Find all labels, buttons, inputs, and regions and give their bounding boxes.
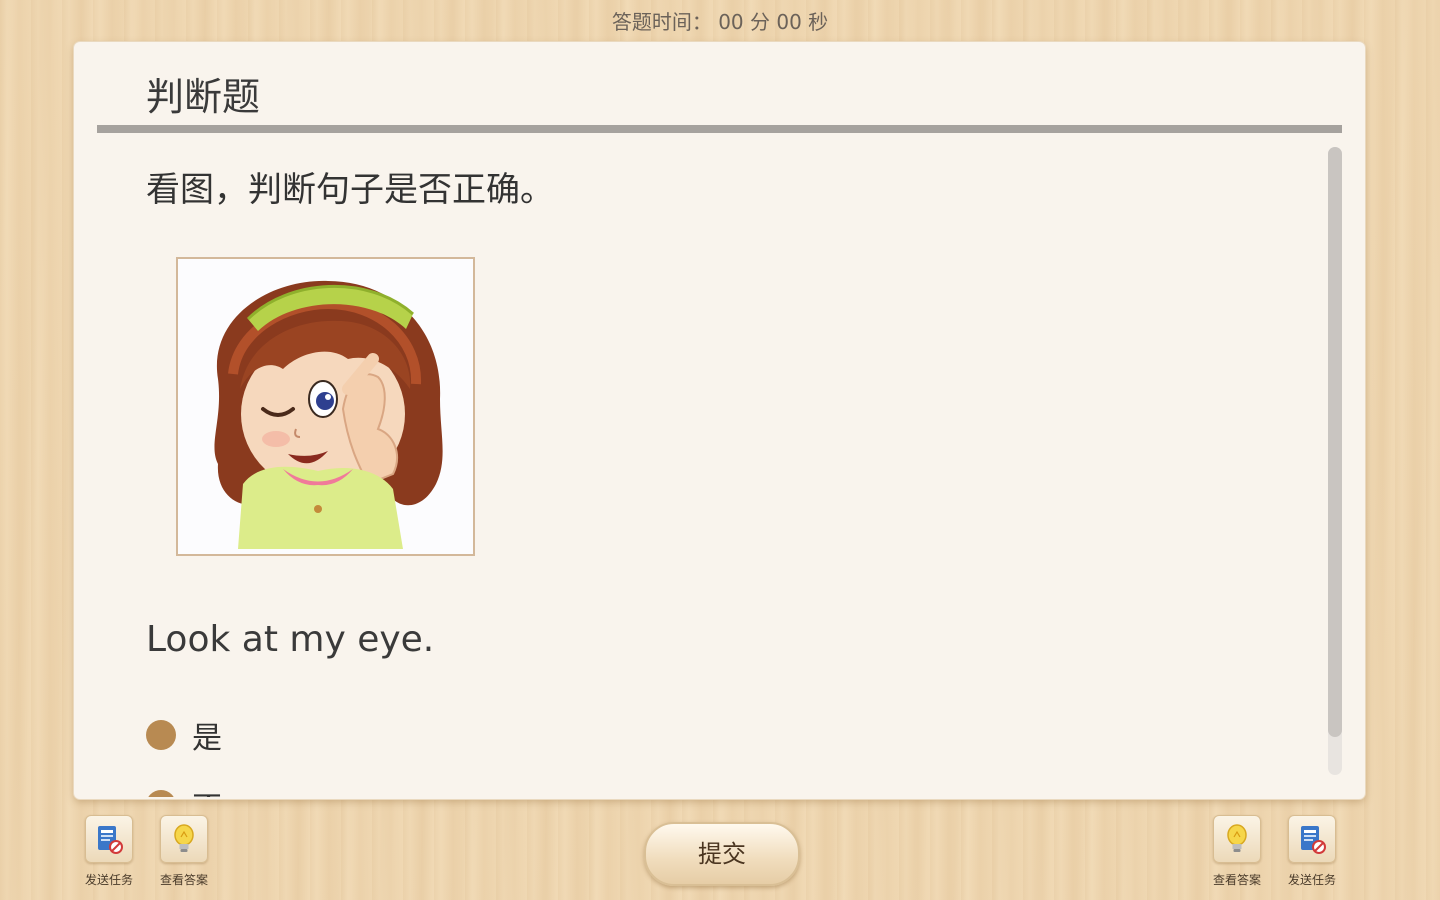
answer-timer: 答题时间： 00 分 00 秒	[0, 6, 1440, 35]
option-yes-label: 是	[192, 721, 222, 756]
view-answer-label-left: 查看答案	[159, 873, 208, 887]
title-divider	[97, 125, 1342, 133]
question-card: 判断题 看图，判断句子是否正确。 Look at my eye. 是	[74, 42, 1365, 799]
option-no[interactable]: 否	[146, 783, 222, 797]
send-task-button-right[interactable]: 发送任务	[1282, 815, 1342, 888]
send-task-button-right-frame[interactable]	[1288, 815, 1336, 863]
send-task-icon	[98, 826, 123, 854]
question-type-title: 判断题	[146, 75, 261, 119]
view-answer-button-right-frame[interactable]	[1213, 815, 1261, 863]
scrollbar-thumb[interactable]	[1328, 147, 1342, 737]
timer-minutes: 00	[718, 10, 744, 34]
question-picture	[176, 257, 475, 556]
send-task-button-left[interactable]: 发送任务	[79, 815, 139, 888]
lightbulb-icon	[1227, 824, 1247, 852]
submit-button[interactable]: 提交	[644, 822, 800, 886]
option-yes[interactable]: 是	[146, 713, 222, 757]
radio-button-no[interactable]	[146, 790, 176, 797]
send-task-label-left: 发送任务	[84, 873, 133, 887]
view-answer-button-right[interactable]: 查看答案	[1207, 815, 1267, 888]
question-instruction: 看图，判断句子是否正确。	[146, 170, 554, 210]
view-answer-button-left-frame[interactable]	[160, 815, 208, 863]
timer-label: 答题时间：	[611, 10, 712, 34]
question-sentence: Look at my eye.	[146, 619, 435, 660]
view-answer-label-right: 查看答案	[1212, 873, 1261, 887]
girl-pointing-at-eye-illustration	[214, 280, 443, 549]
radio-button-yes[interactable]	[146, 720, 176, 750]
send-task-button-left-frame[interactable]	[85, 815, 133, 863]
question-content: 看图，判断句子是否正确。 Look at my eye. 是	[74, 137, 1324, 797]
content-scrollbar[interactable]	[1328, 147, 1342, 775]
send-task-label-right: 发送任务	[1287, 873, 1336, 887]
option-no-label: 否	[192, 783, 222, 797]
lightbulb-icon	[174, 824, 194, 852]
timer-seconds-unit: 秒	[808, 10, 829, 34]
timer-seconds: 00	[776, 10, 802, 34]
view-answer-button-left[interactable]: 查看答案	[154, 815, 214, 888]
send-task-icon	[1301, 826, 1326, 854]
timer-minutes-unit: 分	[750, 10, 770, 34]
